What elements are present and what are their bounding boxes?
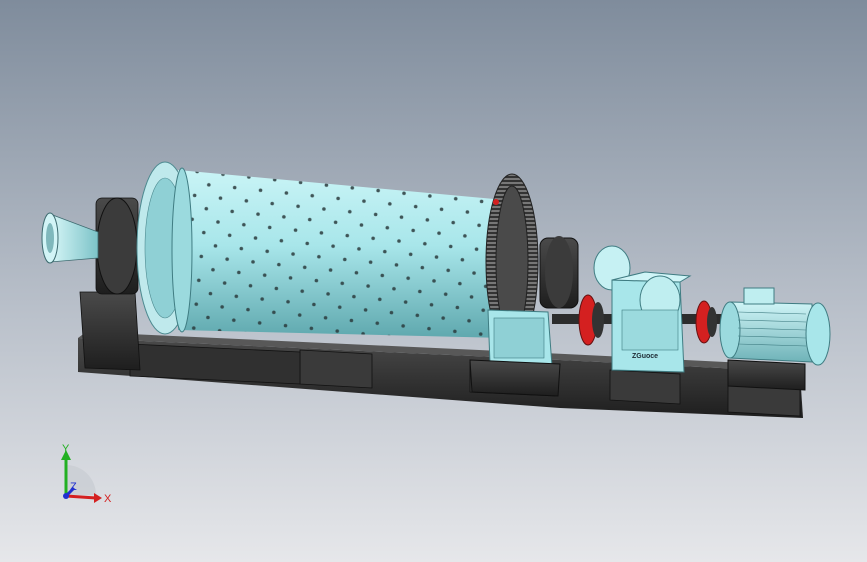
cad-viewport[interactable]: ZGuoce Y X Z <box>0 0 867 562</box>
base-frame[interactable] <box>78 332 805 418</box>
electric-motor[interactable] <box>719 287 831 391</box>
triad-label-z: Z <box>70 481 77 493</box>
model-canvas[interactable]: ZGuoce Y X Z <box>0 0 867 562</box>
orientation-triad: Y X Z <box>61 443 112 505</box>
coupling-left[interactable] <box>578 294 604 346</box>
feed-cone[interactable] <box>41 212 99 264</box>
mill-drum[interactable] <box>136 161 517 340</box>
triad-label-x: X <box>104 493 112 505</box>
left-bearing-pedestal[interactable] <box>79 197 141 371</box>
x-axis-arrow <box>65 494 97 500</box>
triad-label-y: Y <box>62 443 70 455</box>
pinion-housing[interactable] <box>487 309 553 367</box>
reducer-gearbox[interactable]: ZGuoce <box>593 245 692 373</box>
gearbox-nameplate: ZGuoce <box>632 353 658 360</box>
coupling-right[interactable] <box>695 300 717 344</box>
